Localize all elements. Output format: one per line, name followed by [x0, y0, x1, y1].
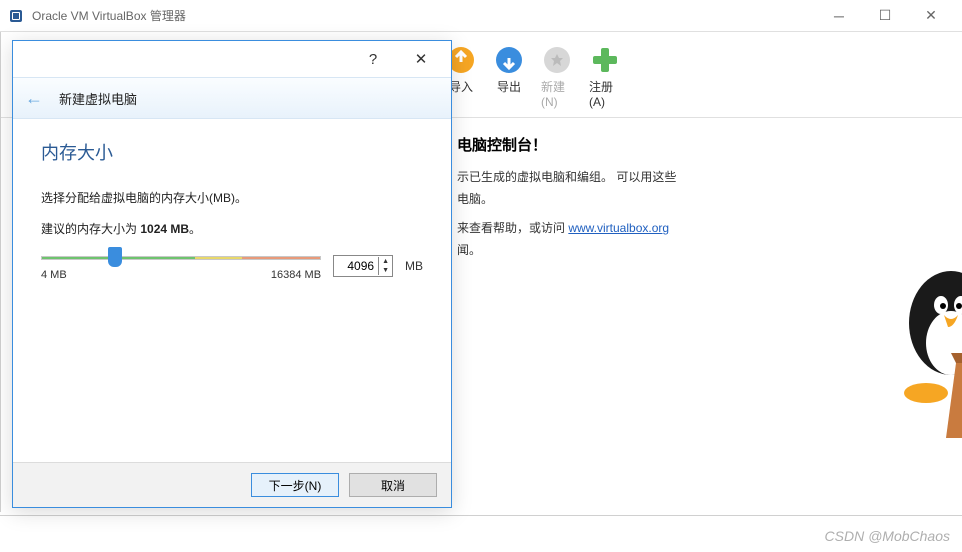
memory-input[interactable]	[334, 258, 378, 274]
window-controls: ─ ☐ ✕	[816, 0, 954, 32]
register-label: 注册(A)	[589, 78, 621, 109]
close-button[interactable]: ✕	[908, 0, 954, 32]
divider	[0, 515, 962, 516]
welcome-text-2: 来查看帮助，或访问 www.virtualbox.org 闻。	[457, 218, 962, 261]
dialog-close-button[interactable]: ✕	[399, 45, 443, 73]
main-titlebar: Oracle VM VirtualBox 管理器 ─ ☐ ✕	[0, 0, 962, 32]
next-button[interactable]: 下一步(N)	[251, 473, 339, 497]
virtualbox-icon	[8, 8, 24, 24]
memory-slider-row: 4 MB 16384 MB ▲ ▼ MB	[41, 251, 423, 281]
minimize-button[interactable]: ─	[816, 0, 862, 32]
slider-max-label: 16384 MB	[271, 269, 321, 281]
welcome-heading: 电脑控制台！	[457, 134, 962, 155]
watermark: CSDN @MobChaos	[825, 528, 950, 544]
dialog-recommended: 建议的内存大小为 1024 MB。	[41, 220, 423, 239]
welcome-text-1: 示已生成的虚拟电脑和编组。 可以用这些 电脑。	[457, 167, 962, 210]
dialog-subheader: ← 新建虚拟电脑	[13, 77, 451, 119]
slider-thumb[interactable]	[108, 247, 122, 267]
memory-slider[interactable]	[41, 251, 321, 265]
memory-spinbox[interactable]: ▲ ▼	[333, 255, 393, 277]
dialog-footer: 下一步(N) 取消	[13, 462, 451, 507]
import-label: 导入	[449, 78, 473, 95]
dialog-subtitle: 新建虚拟电脑	[59, 89, 137, 108]
new-vm-dialog: ? ✕ ← 新建虚拟电脑 内存大小 选择分配给虚拟电脑的内存大小(MB)。 建议…	[12, 40, 452, 508]
window-title: Oracle VM VirtualBox 管理器	[32, 7, 816, 24]
dialog-description: 选择分配给虚拟电脑的内存大小(MB)。	[41, 189, 423, 208]
spin-up-icon[interactable]: ▲	[379, 257, 392, 266]
register-button[interactable]: 注册(A)	[589, 44, 621, 109]
mascot-image	[886, 263, 962, 453]
export-button[interactable]: 导出	[493, 44, 525, 109]
new-vm-button[interactable]: 新建(N)	[541, 44, 573, 109]
help-button[interactable]: ?	[351, 45, 395, 73]
slider-min-label: 4 MB	[41, 269, 67, 281]
export-label: 导出	[497, 78, 521, 95]
add-icon	[589, 44, 621, 76]
maximize-button[interactable]: ☐	[862, 0, 908, 32]
slider-labels: 4 MB 16384 MB	[41, 269, 321, 281]
new-label: 新建(N)	[541, 78, 573, 109]
new-icon	[541, 44, 573, 76]
memory-unit: MB	[405, 259, 423, 273]
virtualbox-link[interactable]: www.virtualbox.org	[568, 221, 669, 235]
dialog-body: 内存大小 选择分配给虚拟电脑的内存大小(MB)。 建议的内存大小为 1024 M…	[13, 119, 451, 462]
cancel-button[interactable]: 取消	[349, 473, 437, 497]
export-icon	[493, 44, 525, 76]
spin-down-icon[interactable]: ▼	[379, 266, 392, 275]
dialog-header: ? ✕	[13, 41, 451, 77]
dialog-heading: 内存大小	[41, 139, 423, 165]
back-arrow-icon[interactable]: ←	[25, 88, 43, 109]
